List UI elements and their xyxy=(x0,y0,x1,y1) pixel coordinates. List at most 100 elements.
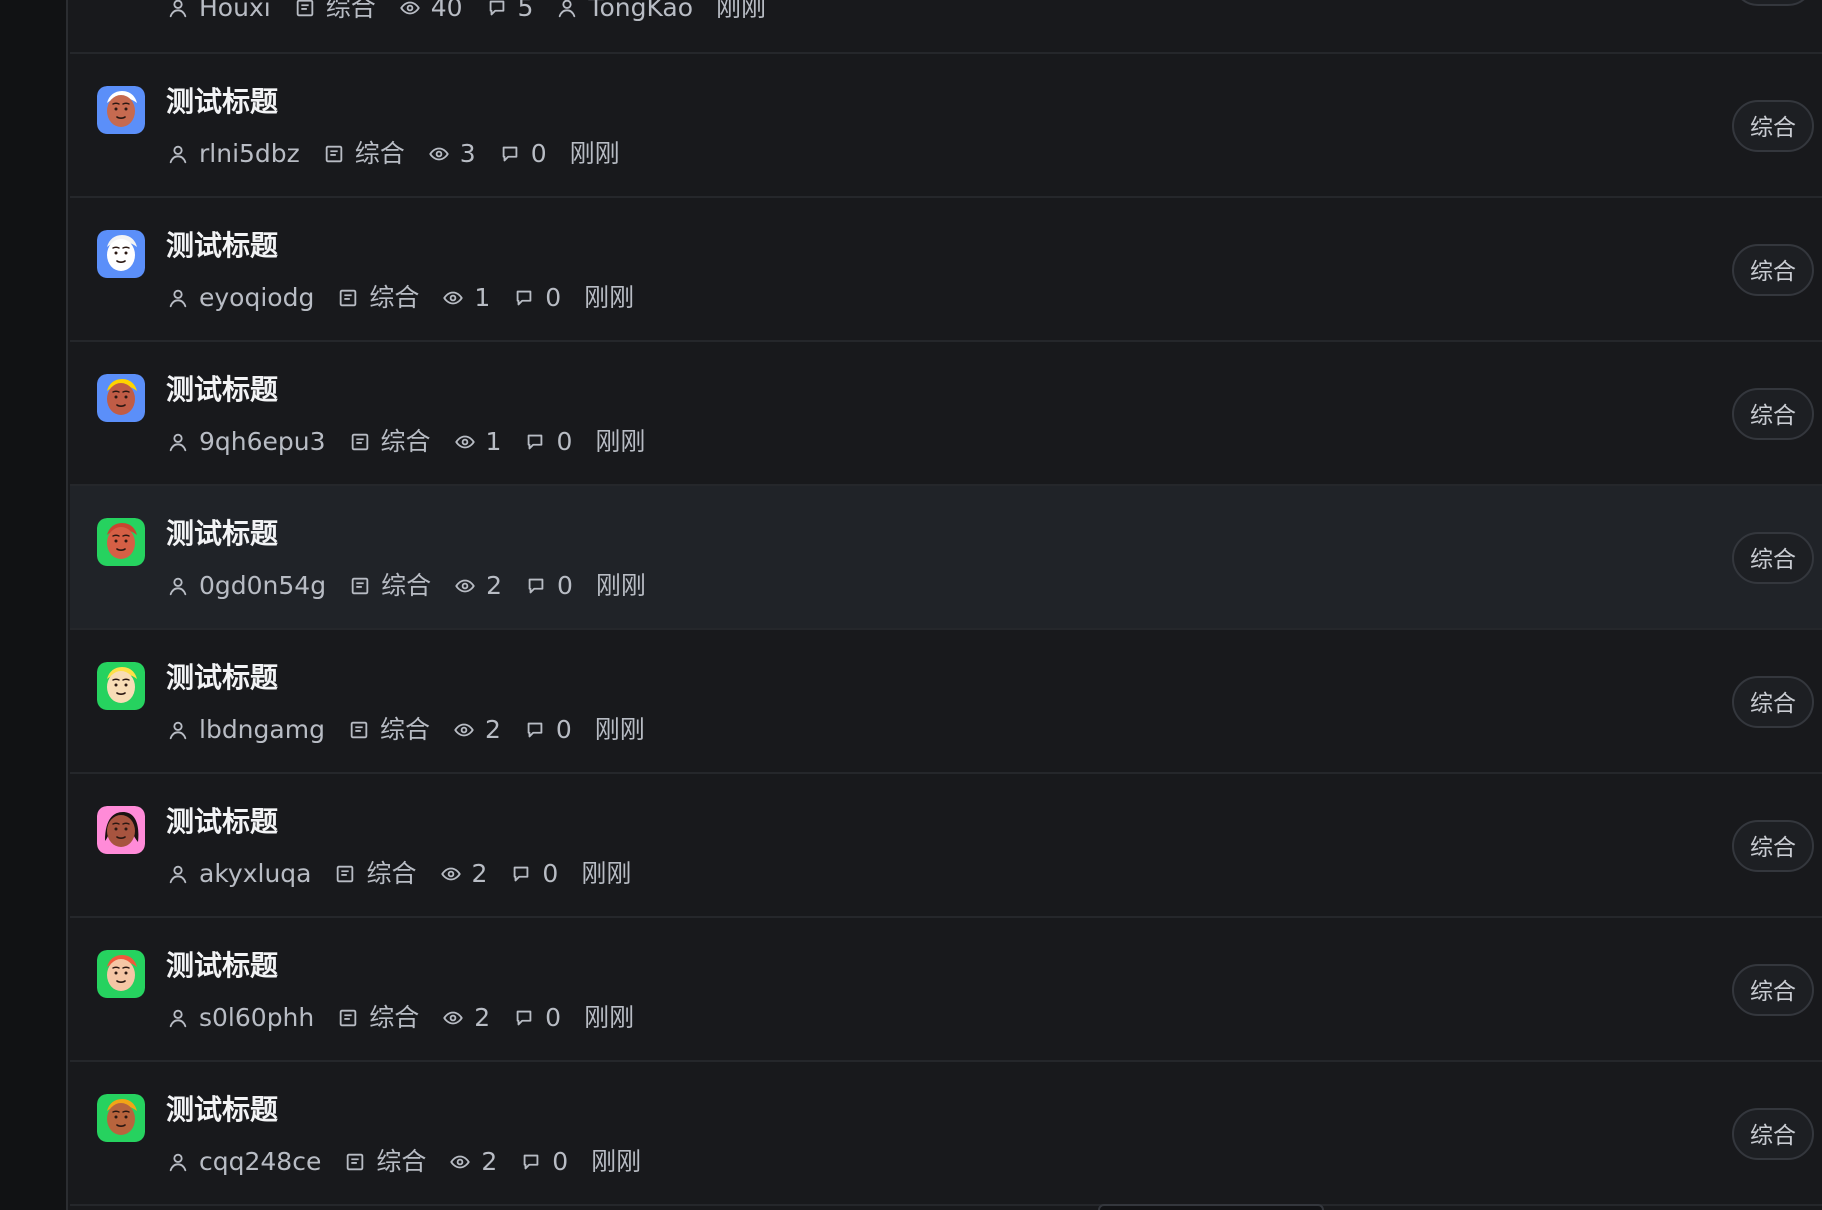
author-meta: cqq248ce xyxy=(167,1146,321,1178)
author-name[interactable]: Houxi xyxy=(199,0,271,24)
post-title[interactable]: 测试标题 xyxy=(166,804,278,840)
post-row[interactable]: 测试标题 s0l60phh 综合 2 0 刚刚 综合 xyxy=(70,918,1822,1062)
comment-count: 0 xyxy=(555,715,572,744)
category-icon xyxy=(348,719,370,741)
post-title[interactable]: 测试标题 xyxy=(166,516,278,552)
category-label[interactable]: 综合 xyxy=(355,138,405,170)
author-name[interactable]: 0gd0n54g xyxy=(199,570,326,602)
post-row[interactable]: 测试标题 akyxluqa 综合 2 0 刚刚 综合 xyxy=(70,774,1822,918)
post-time: 刚刚 xyxy=(594,715,645,744)
post-title[interactable]: 测试标题 xyxy=(166,948,278,984)
post-title[interactable]: 测试标题 xyxy=(166,84,278,120)
forum-post-list-page: Houxi 综合 40 5 TongKao 刚刚 测试标题 rlni5dbz 综… xyxy=(0,0,1822,1210)
author-meta: 0gd0n54g xyxy=(167,570,326,602)
comment-count: 5 xyxy=(517,0,534,22)
category-meta: 综合 xyxy=(349,570,431,602)
post-row[interactable]: 测试标题 0gd0n54g 综合 2 0 刚刚 综合 xyxy=(70,486,1822,630)
post-row[interactable]: 测试标题 rlni5dbz 综合 3 0 刚刚 综合 xyxy=(70,54,1822,198)
user-avatar[interactable] xyxy=(97,950,145,998)
reply-user-meta: TongKao xyxy=(556,0,693,24)
user-icon xyxy=(167,863,189,885)
category-button[interactable]: 综合 xyxy=(1732,964,1814,1016)
user-avatar[interactable] xyxy=(97,374,145,422)
post-meta: rlni5dbz 综合 3 0 刚刚 xyxy=(167,138,620,170)
view-count: 2 xyxy=(474,1003,491,1032)
author-name[interactable]: rlni5dbz xyxy=(199,138,300,170)
user-avatar[interactable] xyxy=(97,662,145,710)
post-title[interactable]: 测试标题 xyxy=(166,1092,278,1128)
category-button[interactable]: 综合 xyxy=(1732,820,1814,872)
author-name[interactable]: eyoqiodg xyxy=(199,282,314,314)
category-label[interactable]: 综合 xyxy=(376,1146,426,1178)
user-icon xyxy=(167,287,189,309)
views-meta: 1 xyxy=(454,426,501,458)
time-meta: 刚刚 xyxy=(716,0,766,24)
author-name[interactable]: lbdngamg xyxy=(199,714,325,746)
author-meta: s0l60phh xyxy=(167,1002,314,1034)
author-name[interactable]: 9qh6epu3 xyxy=(199,426,326,458)
category-label[interactable]: 综合 xyxy=(381,570,431,602)
comment-icon xyxy=(520,1151,542,1173)
post-feed: Houxi 综合 40 5 TongKao 刚刚 测试标题 rlni5dbz 综… xyxy=(70,0,1822,1210)
author-name[interactable]: akyxluqa xyxy=(199,858,311,890)
category-button[interactable]: 综合 xyxy=(1732,244,1814,296)
category-label[interactable]: 综合 xyxy=(381,426,431,458)
comments-meta: 0 xyxy=(499,138,547,170)
user-avatar[interactable] xyxy=(97,1094,145,1142)
category-label[interactable]: 综合 xyxy=(366,858,416,890)
user-avatar[interactable] xyxy=(97,86,145,134)
category-button[interactable]: 综合 xyxy=(1732,388,1814,440)
views-meta: 2 xyxy=(440,858,488,890)
comment-count: 0 xyxy=(545,283,562,312)
eye-icon xyxy=(399,0,421,19)
author-name[interactable]: s0l60phh xyxy=(199,1002,314,1034)
category-label[interactable]: 综合 xyxy=(369,282,419,314)
author-meta: Houxi xyxy=(167,0,271,24)
comment-icon xyxy=(525,575,547,597)
post-row[interactable]: 测试标题 9qh6epu3 综合 1 0 刚刚 综合 xyxy=(70,342,1822,486)
post-title[interactable]: 测试标题 xyxy=(166,660,278,696)
category-icon xyxy=(334,863,356,885)
post-time: 刚刚 xyxy=(591,1147,642,1176)
category-icon xyxy=(337,287,359,309)
category-button[interactable]: 综合 xyxy=(1732,100,1814,152)
category-icon xyxy=(344,1151,366,1173)
post-row[interactable]: 测试标题 eyoqiodg 综合 1 0 刚刚 综合 xyxy=(70,198,1822,342)
comment-icon xyxy=(513,1007,535,1029)
category-button[interactable] xyxy=(1732,0,1814,6)
category-button[interactable]: 综合 xyxy=(1732,1108,1814,1160)
comment-icon xyxy=(513,287,535,309)
post-title[interactable]: 测试标题 xyxy=(166,228,278,264)
category-label[interactable]: 综合 xyxy=(326,0,376,24)
post-time: 刚刚 xyxy=(584,1003,635,1032)
author-name[interactable]: cqq248ce xyxy=(199,1146,321,1178)
views-meta: 2 xyxy=(449,1146,497,1178)
user-icon xyxy=(167,575,189,597)
comment-count: 0 xyxy=(542,859,559,888)
time-meta: 刚刚 xyxy=(595,714,645,746)
category-icon xyxy=(294,0,316,19)
view-count: 2 xyxy=(471,859,488,888)
view-count: 40 xyxy=(430,0,463,22)
reply-user-name[interactable]: TongKao xyxy=(588,0,693,24)
post-title[interactable]: 测试标题 xyxy=(166,372,278,408)
eye-icon xyxy=(428,143,450,165)
post-meta: Houxi 综合 40 5 TongKao 刚刚 xyxy=(167,0,766,24)
eye-icon xyxy=(442,287,464,309)
post-row[interactable]: 测试标题 cqq248ce 综合 2 0 刚刚 综合 xyxy=(70,1062,1822,1206)
partial-post-row[interactable]: Houxi 综合 40 5 TongKao 刚刚 xyxy=(70,0,1822,54)
category-icon xyxy=(349,431,371,453)
bottom-scroll-pill[interactable] xyxy=(1098,1204,1324,1210)
user-avatar[interactable] xyxy=(97,230,145,278)
user-avatar[interactable] xyxy=(97,518,145,566)
author-meta: 9qh6epu3 xyxy=(167,426,326,458)
comment-count: 0 xyxy=(557,571,573,600)
category-label[interactable]: 综合 xyxy=(369,1002,419,1034)
category-button[interactable]: 综合 xyxy=(1732,676,1814,728)
comments-meta: 0 xyxy=(513,282,561,314)
user-avatar[interactable] xyxy=(97,806,145,854)
post-row[interactable]: 测试标题 lbdngamg 综合 2 0 刚刚 综合 xyxy=(70,630,1822,774)
category-button[interactable]: 综合 xyxy=(1732,532,1814,584)
category-label[interactable]: 综合 xyxy=(380,714,430,746)
comments-meta: 0 xyxy=(524,714,572,746)
